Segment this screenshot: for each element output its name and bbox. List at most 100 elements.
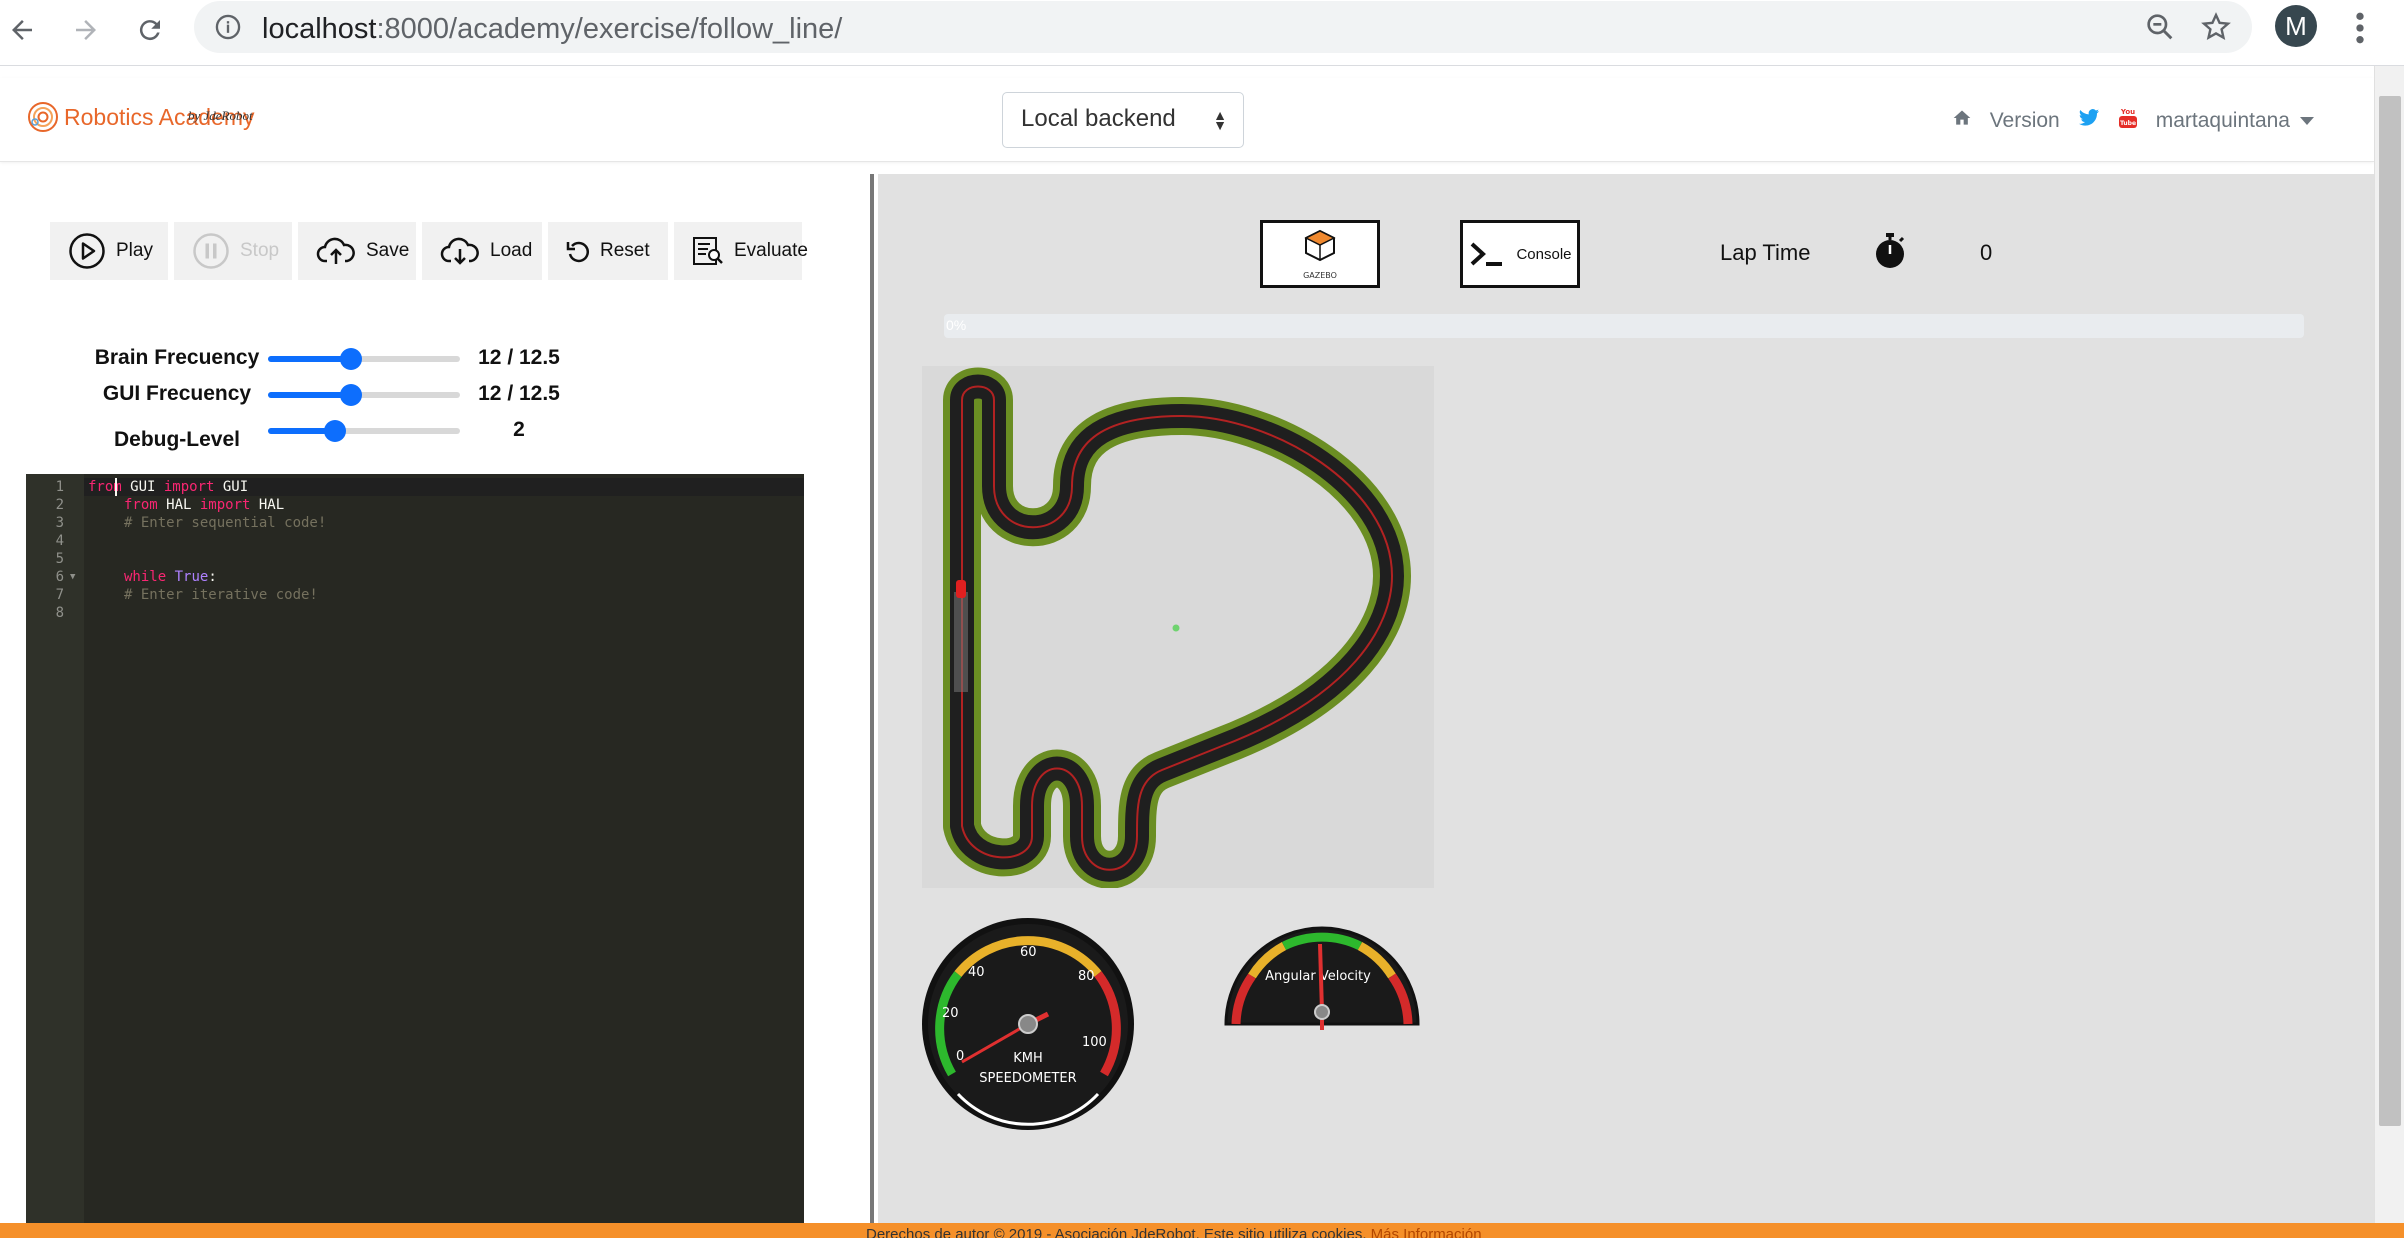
load-button[interactable]: Load xyxy=(422,222,542,280)
evaluate-icon xyxy=(692,235,724,267)
line-number: 5 xyxy=(55,551,64,567)
brain-frequency-row: Brain Frecuency 12 / 12.5 xyxy=(0,340,874,376)
editor-panel: Play Stop Save Load Reset Evaluate Brain… xyxy=(0,174,874,1223)
progress-bar: 0% xyxy=(944,314,2304,338)
code-line: # Enter sequential code! xyxy=(124,515,327,531)
angular-velocity-gauge: Angular Velocity xyxy=(1222,914,1422,1049)
back-button[interactable] xyxy=(0,8,44,52)
home-icon[interactable] xyxy=(1952,108,1972,134)
track-canvas[interactable] xyxy=(922,366,1434,889)
debug-level-value: 2 xyxy=(513,418,525,441)
address-bar[interactable]: localhost:8000/academy/exercise/follow_l… xyxy=(194,1,2252,53)
reset-icon xyxy=(566,238,590,264)
svg-text:20: 20 xyxy=(942,1006,959,1021)
text-cursor xyxy=(115,478,117,496)
svg-text:Tube: Tube xyxy=(2120,120,2136,127)
url-text: localhost:8000/academy/exercise/follow_l… xyxy=(262,13,843,45)
svg-text:80: 80 xyxy=(1078,969,1095,984)
lap-time-label: Lap Time xyxy=(1720,240,1811,265)
brain-frequency-value: 12 / 12.5 xyxy=(478,346,560,369)
forward-button[interactable] xyxy=(64,8,108,52)
svg-text:KMH: KMH xyxy=(1013,1051,1043,1066)
console-button[interactable]: Console xyxy=(1460,220,1580,288)
reload-icon xyxy=(139,20,160,41)
cloud-download-icon xyxy=(440,235,480,267)
svg-text:SPEEDOMETER: SPEEDOMETER xyxy=(979,1071,1076,1086)
gui-frequency-label: GUI Frecuency xyxy=(102,382,252,405)
page-scrollbar[interactable] xyxy=(2374,66,2404,1223)
debug-level-label: Debug-Level xyxy=(113,428,241,451)
svg-text:60: 60 xyxy=(1020,945,1037,960)
brain-frequency-slider[interactable] xyxy=(268,348,460,370)
backend-select[interactable]: Local backend ▲ ▼ xyxy=(1002,92,1244,148)
debug-level-slider-thumb[interactable] xyxy=(324,420,347,442)
footer-more-info-link[interactable]: Más Información xyxy=(1371,1226,1482,1238)
logo-spiral-icon xyxy=(28,102,58,132)
gui-frequency-slider[interactable] xyxy=(268,384,460,406)
page-scrollbar-thumb[interactable] xyxy=(2379,96,2401,1126)
exercise-toolbar: Play Stop Save Load Reset Evaluate xyxy=(50,222,808,280)
bookmark-star-icon[interactable] xyxy=(2200,11,2232,48)
line-number: 2 xyxy=(55,497,64,513)
select-arrows-icon: ▲ ▼ xyxy=(1213,107,1227,133)
fold-arrow-icon[interactable]: ▼ xyxy=(70,568,75,586)
stop-button[interactable]: Stop xyxy=(174,222,292,280)
cloud-upload-icon xyxy=(316,235,356,267)
save-button[interactable]: Save xyxy=(298,222,416,280)
line-number: 1 xyxy=(55,479,64,495)
reset-button[interactable]: Reset xyxy=(548,222,668,280)
lap-time-value: 0 xyxy=(1980,240,1993,265)
brain-frequency-label: Brain Frecuency xyxy=(94,346,260,369)
logo-subtitle: by JdeRobot xyxy=(188,108,253,123)
navbar-links: Version You Tube martaquintana xyxy=(1952,106,2314,136)
zoom-icon[interactable] xyxy=(2144,11,2176,48)
version-link[interactable]: Version xyxy=(1990,109,2060,133)
svg-text:Angular Velocity: Angular Velocity xyxy=(1265,969,1371,984)
gui-frequency-value: 12 / 12.5 xyxy=(478,382,560,405)
svg-text:100: 100 xyxy=(1082,1035,1107,1050)
user-menu[interactable]: martaquintana xyxy=(2156,109,2314,133)
gui-frequency-slider-thumb[interactable] xyxy=(339,384,362,406)
browser-chrome: localhost:8000/academy/exercise/follow_l… xyxy=(0,0,2404,66)
line-number: 7 xyxy=(55,587,64,603)
brain-frequency-slider-thumb[interactable] xyxy=(339,348,362,370)
debug-level-row: Debug-Level 2 xyxy=(0,412,874,451)
gazebo-icon: GAZEBO xyxy=(1303,229,1337,280)
gui-frequency-row: GUI Frecuency 12 / 12.5 xyxy=(0,376,874,412)
line-number: 4 xyxy=(55,533,64,549)
code-line: while True: xyxy=(124,569,217,585)
target-point xyxy=(1172,624,1180,632)
youtube-icon[interactable]: You Tube xyxy=(2118,106,2138,136)
line-number: 8 xyxy=(55,605,64,621)
gazebo-button[interactable]: GAZEBO xyxy=(1260,220,1380,288)
app-navbar: Robotics Academy by JdeRobot Local backe… xyxy=(0,78,2374,162)
site-info-icon[interactable] xyxy=(214,13,242,46)
progress-label: 0% xyxy=(946,317,967,333)
simulation-panel: GAZEBO Console Lap Time 0 0% 0 20 40 60 … xyxy=(878,174,2374,1223)
page-footer: Derechos de autor © 2019 - Asociación Jd… xyxy=(0,1223,2404,1238)
terminal-icon xyxy=(1471,242,1503,266)
code-editor[interactable]: 1 2 3 4 5 6 7 8 ▼ from GUI import GUI from HAL im… xyxy=(26,474,804,1223)
reload-button[interactable] xyxy=(128,8,172,52)
play-button[interactable]: Play xyxy=(50,222,168,280)
twitter-icon[interactable] xyxy=(2078,108,2100,134)
code-line: from HAL import HAL xyxy=(124,497,285,513)
profile-avatar[interactable]: M xyxy=(2275,5,2317,47)
speedometer-gauge: 0 20 40 60 80 100 KMH SPEEDOMETER xyxy=(918,914,1138,1139)
start-finish-line xyxy=(954,592,968,692)
pause-icon xyxy=(192,232,230,270)
svg-text:GAZEBO: GAZEBO xyxy=(1303,271,1337,280)
angular-needle xyxy=(1318,943,1324,1013)
forward-arrow-icon xyxy=(76,20,96,40)
code-line: from GUI import GUI xyxy=(88,479,249,495)
debug-level-slider[interactable] xyxy=(268,420,460,442)
browser-menu-icon[interactable] xyxy=(2350,8,2370,53)
svg-text:40: 40 xyxy=(968,965,985,980)
footer-text: Derechos de autor © 2019 - Asociación Jd… xyxy=(866,1226,1482,1238)
svg-text:You: You xyxy=(2120,108,2135,116)
back-arrow-icon xyxy=(12,20,32,40)
car-marker xyxy=(956,580,966,598)
evaluate-button[interactable]: Evaluate xyxy=(674,222,808,280)
editor-gutter: 1 2 3 4 5 6 7 8 ▼ xyxy=(26,474,84,1223)
code-line: # Enter iterative code! xyxy=(124,587,318,603)
